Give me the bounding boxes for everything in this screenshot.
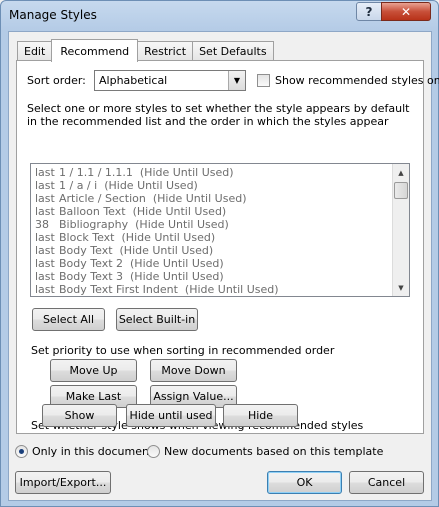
style-name: 1 / a / i <box>59 179 98 192</box>
style-priority: last <box>35 231 55 244</box>
button-label: Assign Value... <box>153 390 234 403</box>
style-name: Block Text <box>59 231 115 244</box>
tab-label: Set Defaults <box>199 45 267 58</box>
list-item[interactable]: last Body Text 2 (Hide Until Used) <box>35 257 224 270</box>
style-priority: last <box>35 257 55 270</box>
only-this-document-radio[interactable] <box>15 445 28 458</box>
recommend-panel: Sort order: Alphabetical ▼ Show recommen… <box>16 60 439 434</box>
only-this-document-label: Only in this document <box>32 445 154 458</box>
show-button[interactable]: Show <box>42 404 117 427</box>
button-label: Make Last <box>65 390 122 403</box>
list-item[interactable]: last Block Text (Hide Until Used) <box>35 231 215 244</box>
style-state: (Hide Until Used) <box>184 283 279 296</box>
style-name: Balloon Text <box>59 205 126 218</box>
style-name: Body Text 3 <box>59 270 124 283</box>
style-name: 1 / 1.1 / 1.1.1 <box>59 166 133 179</box>
ok-button[interactable]: OK <box>267 471 342 494</box>
list-item[interactable]: last Article / Section (Hide Until Used) <box>35 192 247 205</box>
style-name: Body Text 2 <box>59 257 124 270</box>
tab-label: Recommend <box>60 44 130 58</box>
list-item[interactable]: last 1 / a / i (Hide Until Used) <box>35 179 198 192</box>
close-icon: ✕ <box>400 4 412 19</box>
import-export-button[interactable]: Import/Export... <box>15 471 111 494</box>
style-state: (Hide Until Used) <box>130 257 224 270</box>
style-state: (Hide Until Used) <box>135 218 229 231</box>
vertical-scrollbar[interactable]: ▲ ▼ <box>392 164 409 296</box>
tab-strip: Edit Recommend Restrict Set Defaults <box>17 39 274 62</box>
button-label: Move Down <box>161 364 226 377</box>
chevron-down-icon[interactable]: ▼ <box>228 71 245 90</box>
list-item[interactable]: last Body Text (Hide Until Used) <box>35 244 213 257</box>
scroll-up-icon[interactable]: ▲ <box>393 164 409 181</box>
tab-restrict[interactable]: Restrict <box>137 41 194 61</box>
tab-set-defaults[interactable]: Set Defaults <box>192 41 274 61</box>
cancel-button[interactable]: Cancel <box>349 471 424 494</box>
tab-label: Edit <box>24 45 46 58</box>
hide-button[interactable]: Hide <box>223 404 298 427</box>
close-button[interactable]: ✕ <box>381 2 431 21</box>
select-builtin-button[interactable]: Select Built-in <box>116 308 198 331</box>
style-state: (Hide Until Used) <box>119 244 214 257</box>
tab-recommend[interactable]: Recommend <box>51 39 139 62</box>
sort-order-label: Sort order: <box>27 74 86 87</box>
style-priority: last <box>35 283 55 296</box>
style-state: (Hide Until Used) <box>139 166 234 179</box>
style-state: (Hide Until Used) <box>104 179 198 192</box>
button-label: Hide <box>247 409 274 422</box>
window-title: Manage Styles <box>9 8 97 22</box>
scroll-down-icon[interactable]: ▼ <box>393 279 409 296</box>
style-name: Body Text <box>59 244 113 257</box>
list-item[interactable]: last Balloon Text (Hide Until Used) <box>35 205 226 218</box>
style-name: Bibliography <box>59 218 129 231</box>
style-priority: last <box>35 179 55 192</box>
dialog-client-area: Edit Recommend Restrict Set Defaults Sor… <box>8 31 439 501</box>
priority-section-label: Set priority to use when sorting in reco… <box>31 344 335 357</box>
style-priority: last <box>35 205 55 218</box>
new-documents-radio[interactable] <box>147 445 160 458</box>
instructions-text: Select one or more styles to set whether… <box>27 102 410 128</box>
show-recommended-checkbox[interactable] <box>257 74 270 87</box>
style-priority: last <box>35 270 55 283</box>
show-recommended-label: Show recommended styles only <box>275 74 439 87</box>
title-bar[interactable]: Manage Styles ? ✕ <box>1 1 438 31</box>
button-label: OK <box>296 476 313 489</box>
button-label: Import/Export... <box>19 476 107 489</box>
sort-order-dropdown[interactable]: Alphabetical ▼ <box>94 70 246 91</box>
style-state: (Hide Until Used) <box>121 231 216 244</box>
tab-edit[interactable]: Edit <box>17 41 53 61</box>
radio-selected-dot <box>19 449 24 454</box>
button-label: Show <box>64 409 95 422</box>
style-name: Article / Section <box>59 192 146 205</box>
list-item[interactable]: last Body Text First Indent (Hide Until U… <box>35 283 279 296</box>
button-label: Select All <box>42 313 95 326</box>
style-priority: 38 <box>35 218 49 231</box>
move-up-button[interactable]: Move Up <box>50 359 137 382</box>
help-button[interactable]: ? <box>356 2 382 21</box>
button-label: Hide until used <box>129 409 213 422</box>
style-state: (Hide Until Used) <box>132 205 227 218</box>
manage-styles-dialog: Manage Styles ? ✕ Edit Recommend Restric… <box>0 0 439 507</box>
button-label: Select Built-in <box>118 313 196 326</box>
new-documents-label: New documents based on this template <box>164 445 384 458</box>
select-all-button[interactable]: Select All <box>32 308 105 331</box>
style-name: Body Text First Indent <box>59 283 178 296</box>
tab-label: Restrict <box>144 45 187 58</box>
list-item[interactable]: last Body Text 3 (Hide Until Used) <box>35 270 224 283</box>
list-item[interactable]: 38 Bibliography (Hide Until Used) <box>35 218 229 231</box>
move-down-button[interactable]: Move Down <box>150 359 237 382</box>
style-state: (Hide Until Used) <box>130 270 224 283</box>
style-priority: last <box>35 192 55 205</box>
list-item[interactable]: last 1 / 1.1 / 1.1.1 (Hide Until Used) <box>35 166 234 179</box>
scroll-thumb[interactable] <box>394 182 408 199</box>
help-icon: ? <box>365 4 373 19</box>
button-label: Cancel <box>367 476 406 489</box>
style-priority: last <box>35 244 55 257</box>
hide-until-used-button[interactable]: Hide until used <box>126 404 216 427</box>
styles-listbox[interactable]: last 1 / 1.1 / 1.1.1 (Hide Until Used) la… <box>30 163 410 297</box>
style-state: (Hide Until Used) <box>152 192 247 205</box>
sort-order-value: Alphabetical <box>99 74 168 87</box>
style-priority: last <box>35 166 55 179</box>
button-label: Move Up <box>69 364 118 377</box>
